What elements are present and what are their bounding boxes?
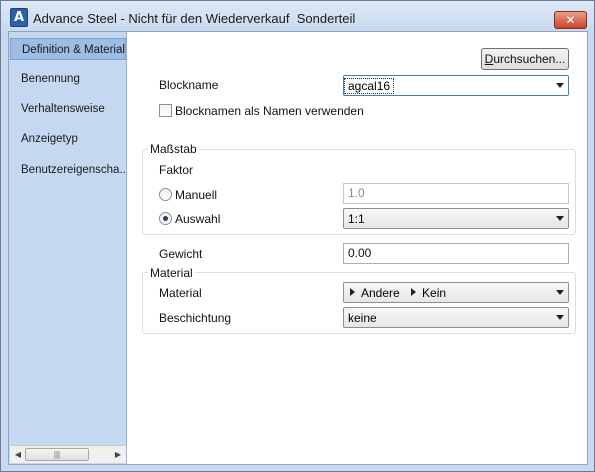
blockname-label: Blockname xyxy=(159,78,219,92)
material-category: Andere xyxy=(361,286,400,300)
chevron-down-icon xyxy=(556,216,564,221)
browse-button-label: urchsuchen... xyxy=(493,52,566,66)
sidebar-item-definition-material[interactable]: Definition & Material xyxy=(10,38,126,60)
manual-label: Manuell xyxy=(175,188,218,202)
chevron-down-icon xyxy=(556,315,564,320)
weight-input[interactable]: 0.00 xyxy=(343,243,569,264)
material-path: Andere Kein xyxy=(348,286,446,300)
material-group-title: Material xyxy=(148,266,195,280)
chevron-right-icon xyxy=(411,288,417,296)
browse-button[interactable]: Durchsuchen... xyxy=(481,48,569,70)
sidebar-item-anzeigetyp[interactable]: Anzeigetyp xyxy=(10,128,126,150)
chevron-down-icon xyxy=(556,290,564,295)
factor-label: Faktor xyxy=(159,163,194,177)
material-value: Kein xyxy=(422,286,447,300)
category-sidebar: Definition & Material Benennung Verhalte… xyxy=(9,32,127,464)
blockname-dropdown[interactable]: agcal16 xyxy=(343,75,569,96)
sidebar-item-benutzereigenschaften[interactable]: Benutzereigenscha... xyxy=(10,159,126,181)
coating-value: keine xyxy=(348,311,377,325)
manual-factor-input[interactable]: 1.0 xyxy=(343,183,569,204)
scroll-right-icon[interactable]: ▶ xyxy=(111,447,125,462)
close-button[interactable]: ✕ xyxy=(554,11,587,29)
material-dropdown[interactable]: Andere Kein xyxy=(343,282,569,303)
browse-button-mnemonic: D xyxy=(484,52,494,66)
dialog-body: Definition & Material Benennung Verhalte… xyxy=(8,31,588,465)
scroll-thumb[interactable]: ||| xyxy=(25,448,89,461)
weight-label: Gewicht xyxy=(159,247,203,261)
sidebar-horizontal-scrollbar[interactable]: ◀ ||| ▶ xyxy=(10,445,126,463)
blockname-value: agcal16 xyxy=(343,78,395,94)
selection-label: Auswahl xyxy=(175,212,221,226)
chevron-down-icon xyxy=(556,83,564,88)
coating-label: Beschichtung xyxy=(159,311,232,325)
use-blockname-checkbox[interactable] xyxy=(159,104,172,117)
scroll-left-icon[interactable]: ◀ xyxy=(11,447,25,462)
coating-dropdown[interactable]: keine xyxy=(343,307,569,328)
scale-selection-value: 1:1 xyxy=(348,212,365,226)
use-blockname-label: Blocknamen als Namen verwenden xyxy=(175,104,364,118)
chevron-right-icon xyxy=(350,288,355,296)
scale-selection-dropdown[interactable]: 1:1 xyxy=(343,208,569,229)
advance-steel-logo-icon: A xyxy=(10,8,28,27)
selection-radio[interactable] xyxy=(159,212,172,225)
scale-group-title: Maßstab xyxy=(148,142,199,156)
sidebar-item-verhaltensweise[interactable]: Verhaltensweise xyxy=(10,98,126,120)
sidebar-item-benennung[interactable]: Benennung xyxy=(10,68,126,90)
window-title: Advance Steel - Nicht für den Wiederverk… xyxy=(33,11,356,26)
dialog-window: A Advance Steel - Nicht für den Wiederve… xyxy=(0,0,595,472)
material-label: Material xyxy=(159,286,202,300)
manual-radio[interactable] xyxy=(159,188,172,201)
